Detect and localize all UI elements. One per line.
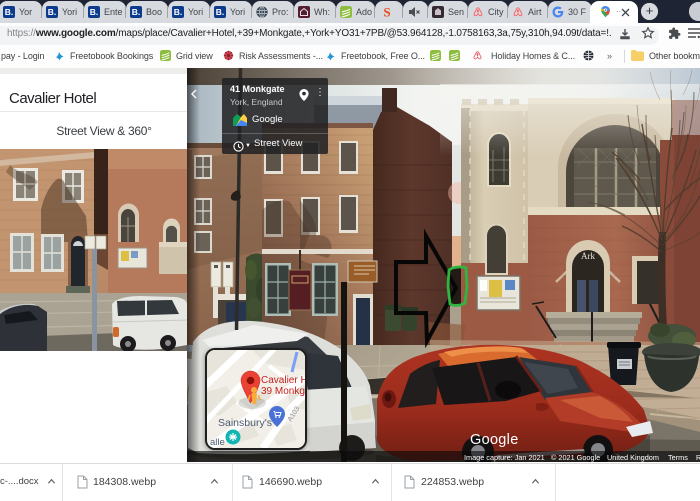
svg-text:© 2021 Google: © 2021 Google bbox=[551, 453, 600, 462]
svg-text:R: R bbox=[696, 453, 700, 462]
svg-text:Terms: Terms bbox=[668, 453, 688, 462]
svg-text:Google: Google bbox=[470, 432, 519, 448]
svg-text:Ark: Ark bbox=[581, 251, 595, 261]
svg-text:S: S bbox=[383, 6, 390, 18]
svg-text:alle: alle bbox=[210, 437, 225, 448]
svg-text:Cavalier H: Cavalier H bbox=[261, 375, 305, 386]
svg-text:39 Monkg: 39 Monkg bbox=[261, 386, 305, 397]
svg-text:Image capture: Jan 2021: Image capture: Jan 2021 bbox=[464, 453, 545, 462]
svg-text:Sainsbury's: Sainsbury's bbox=[218, 417, 272, 429]
svg-text:United Kingdom: United Kingdom bbox=[607, 453, 659, 462]
